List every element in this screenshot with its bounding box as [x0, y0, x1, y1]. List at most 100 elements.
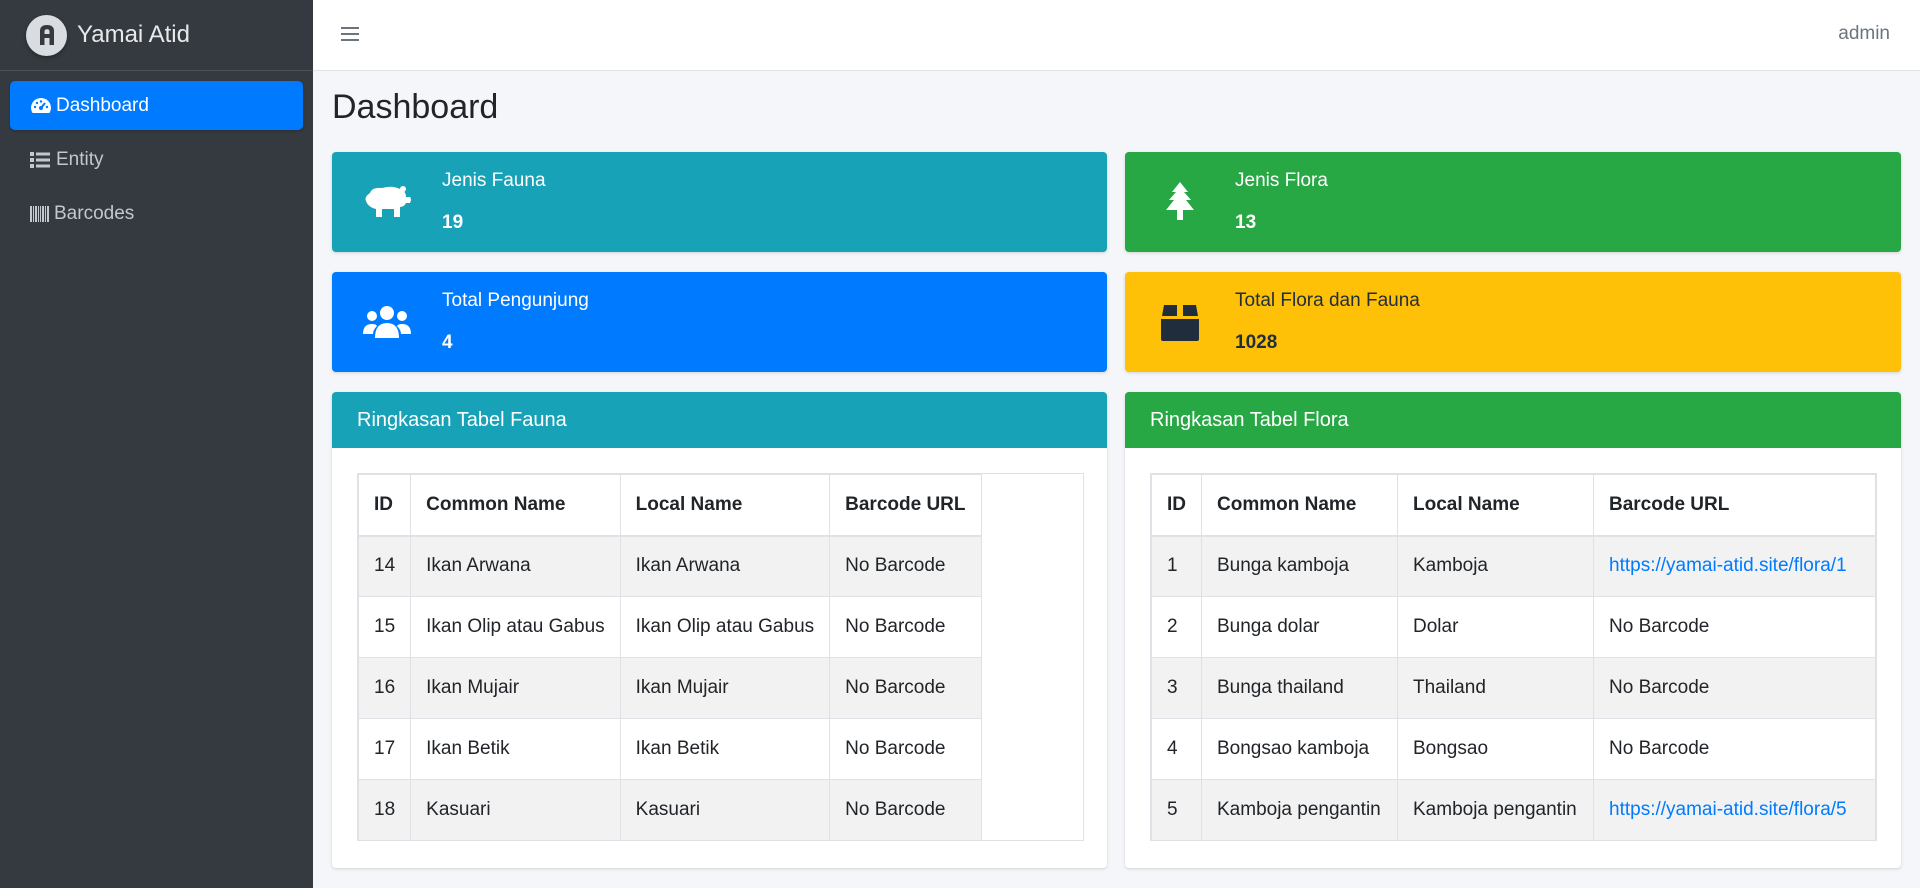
- cell-common-name: Ikan Betik: [410, 718, 621, 780]
- cell-id: 15: [357, 596, 412, 658]
- cell-id: 5: [1151, 779, 1202, 840]
- card-title: Ringkasan Tabel Flora: [1125, 392, 1901, 448]
- menu-toggle-icon[interactable]: [341, 25, 359, 43]
- table-row: 14 Ikan Arwana Ikan Arwana No Barcode: [357, 535, 982, 597]
- brand-name: Yamai Atid: [77, 21, 190, 48]
- cell-barcode-url: No Barcode: [829, 535, 982, 597]
- cell-barcode-url: No Barcode: [1593, 657, 1876, 719]
- list-icon: [30, 151, 56, 168]
- tachometer-icon: [30, 97, 56, 115]
- info-box-label: Total Pengunjung: [442, 290, 589, 311]
- table-row: 18 Kasuari Kasuari No Barcode: [357, 779, 982, 841]
- cell-id: 1: [1151, 535, 1202, 597]
- info-box-value: 1028: [1235, 332, 1278, 353]
- sidebar-item-label: Entity: [56, 148, 104, 170]
- cell-id: 17: [357, 718, 412, 780]
- sidebar-item-entity[interactable]: Entity: [10, 135, 303, 184]
- info-box-total-flora-fauna: Total Flora dan Fauna 1028: [1125, 272, 1901, 372]
- cell-common-name: Kamboja pengantin: [1201, 779, 1398, 840]
- cell-id: 4: [1151, 718, 1202, 780]
- info-box-value: 13: [1235, 212, 1257, 233]
- cell-id: 2: [1151, 596, 1202, 658]
- sidebar-item-label: Dashboard: [56, 94, 149, 116]
- hippo-icon: [332, 183, 442, 221]
- cell-barcode-url: https://yamai-atid.site/flora/5: [1593, 779, 1876, 840]
- sidebar-item-dashboard[interactable]: Dashboard: [10, 81, 303, 130]
- cell-barcode-url: https://yamai-atid.site/flora/1: [1593, 535, 1876, 597]
- column-header: Local Name: [1397, 474, 1594, 537]
- cell-common-name: Bunga thailand: [1201, 657, 1398, 719]
- flora-table: ID Common Name Local Name Barcode URL 1 …: [1151, 474, 1876, 840]
- cell-barcode-url: No Barcode: [1593, 596, 1876, 658]
- info-box-jenis-fauna: Jenis Fauna 19: [332, 152, 1107, 252]
- sidebar-nav: Dashboard Entity Barcodes: [0, 71, 313, 253]
- cell-common-name: Ikan Olip atau Gabus: [410, 596, 621, 658]
- cell-barcode-url: No Barcode: [829, 779, 982, 841]
- barcode-link[interactable]: https://yamai-atid.site/flora/5: [1609, 799, 1847, 820]
- sidebar: Yamai Atid Dashboard Entity Barcodes: [0, 0, 313, 888]
- box-icon: [1125, 303, 1235, 341]
- cell-common-name: Kasuari: [410, 779, 621, 841]
- flora-table-container: ID Common Name Local Name Barcode URL 1 …: [1150, 473, 1877, 841]
- fauna-table-container: ID Common Name Local Name Barcode URL 14…: [357, 473, 1084, 841]
- cell-local-name: Kamboja: [1397, 535, 1594, 597]
- page-title: Dashboard: [332, 88, 499, 126]
- fauna-summary-card: Ringkasan Tabel Fauna ID Common Name Loc…: [332, 392, 1107, 868]
- cell-local-name: Ikan Mujair: [619, 657, 831, 719]
- table-row: 17 Ikan Betik Ikan Betik No Barcode: [357, 718, 982, 780]
- info-box-label: Jenis Flora: [1235, 170, 1328, 191]
- cell-id: 3: [1151, 657, 1202, 719]
- cell-local-name: Bongsao: [1397, 718, 1594, 780]
- sidebar-item-barcodes[interactable]: Barcodes: [10, 189, 303, 238]
- column-header: ID: [357, 474, 412, 537]
- cell-id: 18: [357, 779, 412, 841]
- table-row: 16 Ikan Mujair Ikan Mujair No Barcode: [357, 657, 982, 719]
- info-box-label: Total Flora dan Fauna: [1235, 290, 1420, 311]
- table-row: 4 Bongsao kamboja Bongsao No Barcode: [1151, 718, 1876, 780]
- cell-barcode-url: No Barcode: [829, 657, 982, 719]
- flora-summary-card: Ringkasan Tabel Flora ID Common Name Loc…: [1125, 392, 1901, 868]
- card-title: Ringkasan Tabel Fauna: [332, 392, 1107, 448]
- cell-id: 16: [357, 657, 412, 719]
- users-icon: [332, 304, 442, 340]
- cell-barcode-url: No Barcode: [829, 596, 982, 658]
- column-header: Barcode URL: [829, 474, 982, 537]
- brand-link[interactable]: Yamai Atid: [0, 0, 313, 71]
- cell-local-name: Kamboja pengantin: [1397, 779, 1594, 840]
- user-menu[interactable]: admin: [1838, 23, 1890, 45]
- column-header: Common Name: [410, 474, 621, 537]
- fauna-table: ID Common Name Local Name Barcode URL 14…: [357, 474, 982, 841]
- barcode-link[interactable]: https://yamai-atid.site/flora/1: [1609, 555, 1847, 576]
- cell-local-name: Kasuari: [619, 779, 831, 841]
- info-box-value: 19: [442, 212, 464, 233]
- column-header: Barcode URL: [1593, 474, 1876, 537]
- info-box-value: 4: [442, 332, 453, 353]
- table-row: 2 Bunga dolar Dolar No Barcode: [1151, 596, 1876, 658]
- table-row: 5 Kamboja pengantin Kamboja pengantin ht…: [1151, 779, 1876, 840]
- barcode-icon: [30, 205, 54, 222]
- info-box-label: Jenis Fauna: [442, 170, 546, 191]
- cell-local-name: Ikan Olip atau Gabus: [619, 596, 831, 658]
- tree-icon: [1125, 182, 1235, 222]
- cell-common-name: Ikan Mujair: [410, 657, 621, 719]
- column-header: Local Name: [619, 474, 831, 537]
- top-navbar: admin: [313, 0, 1920, 71]
- cell-common-name: Bunga dolar: [1201, 596, 1398, 658]
- cell-common-name: Ikan Arwana: [410, 535, 621, 597]
- sidebar-item-label: Barcodes: [54, 202, 135, 224]
- cell-local-name: Thailand: [1397, 657, 1594, 719]
- info-box-total-pengunjung: Total Pengunjung 4: [332, 272, 1107, 372]
- table-row: 3 Bunga thailand Thailand No Barcode: [1151, 657, 1876, 719]
- table-row: 15 Ikan Olip atau Gabus Ikan Olip atau G…: [357, 596, 982, 658]
- cell-common-name: Bunga kamboja: [1201, 535, 1398, 597]
- cell-id: 14: [357, 535, 412, 597]
- cell-barcode-url: No Barcode: [1593, 718, 1876, 780]
- cell-local-name: Ikan Arwana: [619, 535, 831, 597]
- logo-icon: [26, 14, 67, 56]
- column-header: Common Name: [1201, 474, 1398, 537]
- info-box-jenis-flora: Jenis Flora 13: [1125, 152, 1901, 252]
- cell-barcode-url: No Barcode: [829, 718, 982, 780]
- cell-local-name: Ikan Betik: [619, 718, 831, 780]
- cell-common-name: Bongsao kamboja: [1201, 718, 1398, 780]
- cell-local-name: Dolar: [1397, 596, 1594, 658]
